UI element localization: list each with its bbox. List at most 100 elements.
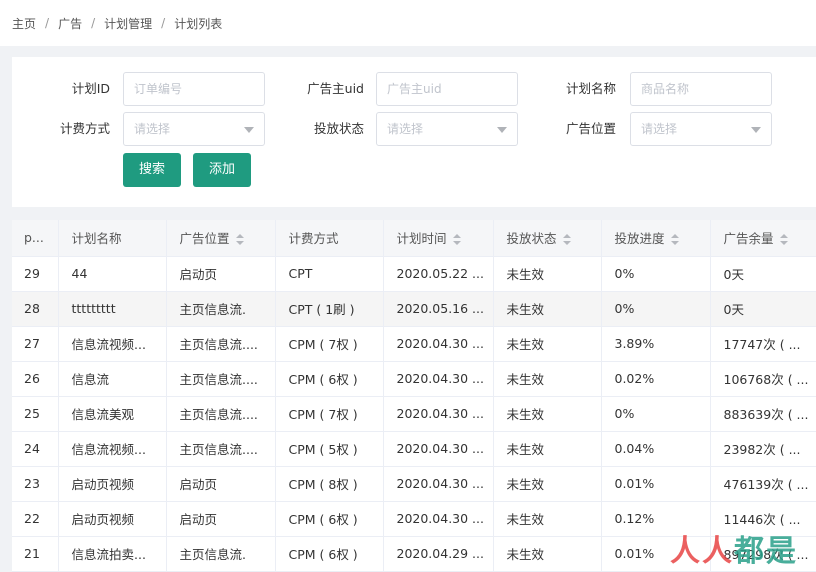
sort-icon[interactable] xyxy=(779,234,788,246)
cell-ad-position: 主页信息流.... xyxy=(166,431,276,467)
column-header-ad-position[interactable]: 广告位置 xyxy=(166,220,276,257)
sort-icon[interactable] xyxy=(235,234,244,246)
cell-ad-position: 主页信息流.... xyxy=(166,326,276,362)
cell-status: 未生效 xyxy=(493,291,602,327)
chevron-down-icon xyxy=(244,127,254,133)
breadcrumb-separator: / xyxy=(161,16,166,30)
billing-method-label: 计费方式 xyxy=(59,121,110,136)
cell-billing: CPM ( 8权 ) xyxy=(275,466,384,502)
table-row[interactable]: 27 信息流视频... 主页信息流.... CPM ( 7权 ) 2020.04… xyxy=(12,326,816,362)
cell-progress: 0.01% xyxy=(601,466,711,502)
table-row[interactable]: 29 44 启动页 CPT 2020.05.22 ... 未生效 0% 0天 xyxy=(12,256,816,292)
column-header-status[interactable]: 投放状态 xyxy=(493,220,602,257)
cell-plan-name: ttttttttt xyxy=(58,291,167,327)
chevron-down-icon xyxy=(751,127,761,133)
chevron-down-icon xyxy=(497,127,507,133)
table-row[interactable]: 24 信息流视频... 主页信息流.... CPM ( 5权 ) 2020.04… xyxy=(12,431,816,467)
cell-id: 23 xyxy=(12,466,59,502)
cell-billing: CPM ( 7权 ) xyxy=(275,396,384,432)
cell-ad-position: 主页信息流. xyxy=(166,536,276,572)
cell-remaining: 476139次 ( ... xyxy=(710,466,816,502)
cell-billing: CPM ( 6权 ) xyxy=(275,536,384,572)
cell-plan-name: 信息流 xyxy=(58,361,167,397)
cell-remaining: 23982次 ( ... xyxy=(710,431,816,467)
cell-billing: CPM ( 7权 ) xyxy=(275,326,384,362)
advertiser-uid-input[interactable]: 广告主uid xyxy=(376,72,518,106)
column-header-remaining[interactable]: 广告余量 xyxy=(710,220,816,257)
breadcrumb-plan-management[interactable]: 计划管理 xyxy=(104,15,152,32)
cell-plan-time: 2020.04.30 ... xyxy=(383,396,494,432)
cell-id: 29 xyxy=(12,256,59,292)
advertiser-uid-label: 广告主uid xyxy=(307,81,364,96)
cell-ad-position: 主页信息流.... xyxy=(166,361,276,397)
watermark-part-2: 都是 xyxy=(734,534,798,569)
cell-plan-time: 2020.04.30 ... xyxy=(383,466,494,502)
billing-method-select[interactable]: 请选择 xyxy=(123,112,265,146)
cell-remaining: 883639次 ( ... xyxy=(710,396,816,432)
breadcrumb-separator: / xyxy=(91,16,96,30)
cell-plan-time: 2020.04.30 ... xyxy=(383,431,494,467)
breadcrumb-ads[interactable]: 广告 xyxy=(58,15,82,32)
plan-id-input[interactable]: 订单编号 xyxy=(123,72,265,106)
ad-position-select[interactable]: 请选择 xyxy=(630,112,772,146)
cell-ad-position: 启动页 xyxy=(166,466,276,502)
cell-id: 25 xyxy=(12,396,59,432)
column-header-billing: 计费方式 xyxy=(275,220,384,257)
cell-status: 未生效 xyxy=(493,361,602,397)
cell-billing: CPT ( 1刷 ) xyxy=(275,291,384,327)
column-header-plan-name: 计划名称 xyxy=(58,220,167,257)
cell-status: 未生效 xyxy=(493,256,602,292)
cell-status: 未生效 xyxy=(493,466,602,502)
cell-status: 未生效 xyxy=(493,431,602,467)
cell-status: 未生效 xyxy=(493,396,602,432)
billing-method-value: 请选择 xyxy=(134,122,171,136)
cell-plan-name: 信息流美观 xyxy=(58,396,167,432)
column-header-progress[interactable]: 投放进度 xyxy=(601,220,711,257)
cell-ad-position: 启动页 xyxy=(166,501,276,537)
cell-id: 27 xyxy=(12,326,59,362)
breadcrumb-separator: / xyxy=(45,16,50,30)
cell-plan-name: 信息流视频... xyxy=(58,431,167,467)
table-row[interactable]: 25 信息流美观 主页信息流.... CPM ( 7权 ) 2020.04.30… xyxy=(12,396,816,432)
cell-billing: CPM ( 5权 ) xyxy=(275,431,384,467)
breadcrumb-home[interactable]: 主页 xyxy=(12,15,36,32)
sort-icon[interactable] xyxy=(452,234,461,246)
column-header-id[interactable]: p... xyxy=(12,220,59,257)
cell-plan-name: 信息流拍卖... xyxy=(58,536,167,572)
cell-progress: 0.02% xyxy=(601,361,711,397)
cell-billing: CPM ( 6权 ) xyxy=(275,361,384,397)
cell-remaining: 0天 xyxy=(710,291,816,327)
cell-plan-time: 2020.05.16 ... xyxy=(383,291,494,327)
sort-icon[interactable] xyxy=(670,234,679,246)
cell-plan-name: 信息流视频... xyxy=(58,326,167,362)
cell-status: 未生效 xyxy=(493,536,602,572)
cell-plan-name: 44 xyxy=(58,256,167,292)
table-row[interactable]: 26 信息流 主页信息流.... CPM ( 6权 ) 2020.04.30 .… xyxy=(12,361,816,397)
cell-progress: 3.89% xyxy=(601,326,711,362)
plan-name-input[interactable]: 商品名称 xyxy=(630,72,772,106)
add-button[interactable]: 添加 xyxy=(193,153,251,187)
cell-remaining: 106768次 ( ... xyxy=(710,361,816,397)
cell-id: 22 xyxy=(12,501,59,537)
cell-ad-position: 主页信息流. xyxy=(166,291,276,327)
cell-ad-position: 主页信息流.... xyxy=(166,396,276,432)
table-row[interactable]: 23 启动页视频 启动页 CPM ( 8权 ) 2020.04.30 ... 未… xyxy=(12,466,816,502)
sort-icon[interactable] xyxy=(562,234,571,246)
delivery-status-select[interactable]: 请选择 xyxy=(376,112,518,146)
cell-plan-name: 启动页视频 xyxy=(58,466,167,502)
delivery-status-label: 投放状态 xyxy=(313,121,364,136)
cell-ad-position: 启动页 xyxy=(166,256,276,292)
cell-progress: 0.04% xyxy=(601,431,711,467)
cell-status: 未生效 xyxy=(493,326,602,362)
cell-remaining: 0天 xyxy=(710,256,816,292)
search-button[interactable]: 搜索 xyxy=(123,153,181,187)
cell-id: 24 xyxy=(12,431,59,467)
column-header-plan-time[interactable]: 计划时间 xyxy=(383,220,494,257)
cell-progress: 0% xyxy=(601,291,711,327)
table-row[interactable]: 28 ttttttttt 主页信息流. CPT ( 1刷 ) 2020.05.1… xyxy=(12,291,816,327)
cell-id: 26 xyxy=(12,361,59,397)
breadcrumb: 主页 / 广告 / 计划管理 / 计划列表 xyxy=(0,0,816,46)
cell-plan-time: 2020.04.29 ... xyxy=(383,536,494,572)
cell-progress: 0% xyxy=(601,396,711,432)
cell-plan-time: 2020.05.22 ... xyxy=(383,256,494,292)
